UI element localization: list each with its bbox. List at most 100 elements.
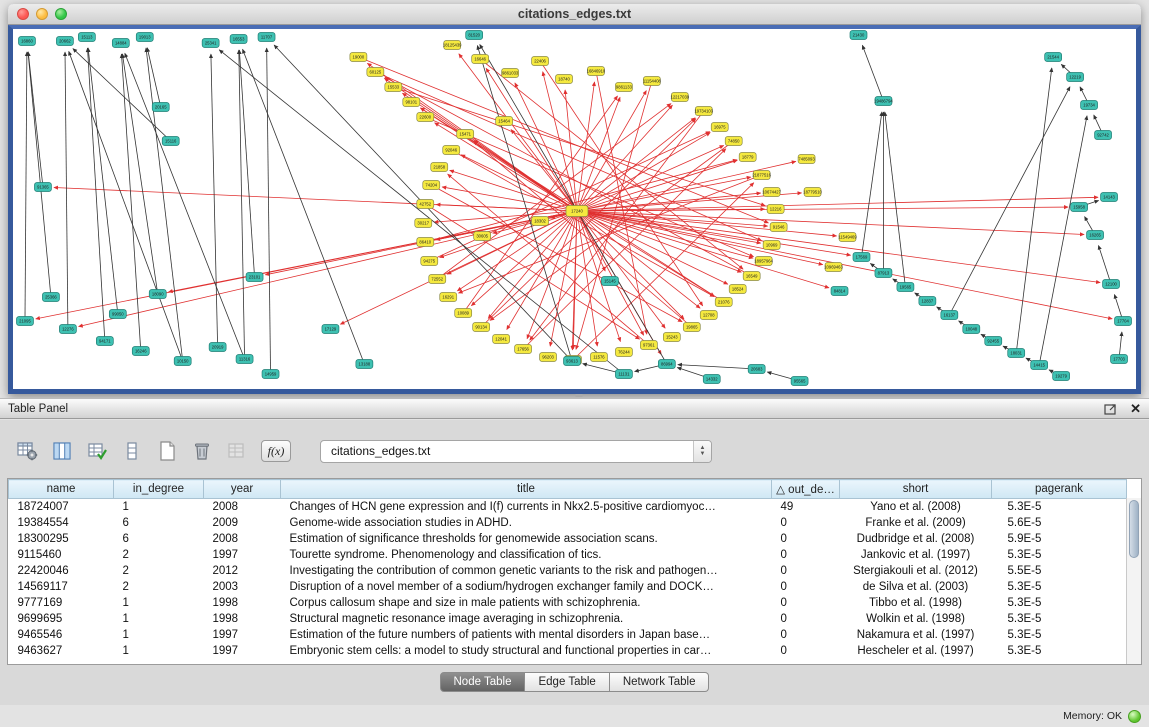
graph-node[interactable]: 92742 [1095, 131, 1112, 140]
table-cell[interactable]: 49 [772, 499, 840, 515]
table-cell[interactable]: 2008 [204, 531, 281, 547]
graph-node[interactable]: 7485093 [798, 155, 815, 164]
table-cell[interactable]: 9777169 [9, 595, 114, 611]
table-cell[interactable]: 1998 [204, 595, 281, 611]
scrollbar-thumb[interactable] [1129, 500, 1139, 558]
graph-node[interactable]: 16860 [18, 37, 35, 46]
table-cell[interactable]: 0 [772, 579, 840, 595]
graph-node[interactable]: 16975 [711, 123, 728, 132]
graph-node[interactable]: 16291 [440, 293, 457, 302]
graph-node[interactable]: 30217 [415, 219, 432, 228]
graph-node[interactable]: 22406 [532, 57, 549, 66]
graph-node[interactable]: 76244 [615, 348, 632, 357]
table-cell[interactable]: 9463627 [9, 643, 114, 659]
graph-node[interactable]: 9861133 [615, 83, 632, 92]
table-cell[interactable]: Disruption of a novel member of a sodium… [281, 579, 772, 595]
graph-node[interactable]: 10150 [174, 357, 191, 366]
tab-edge-table[interactable]: Edge Table [525, 672, 609, 692]
graph-node[interactable]: 12217039 [671, 93, 690, 102]
table-cell[interactable]: 22420046 [9, 563, 114, 579]
new-file-icon[interactable] [154, 438, 180, 464]
graph-node[interactable]: 17569 [853, 253, 870, 262]
graph-node[interactable]: 91546 [770, 223, 787, 232]
graph-node[interactable]: 16549 [743, 272, 760, 281]
table-row[interactable]: 977716911998Corpus callosum shape and si… [9, 595, 1127, 611]
table-row[interactable]: 1830029562008Estimation of significance … [9, 531, 1127, 547]
graph-node[interactable]: 90134 [473, 323, 490, 332]
graph-node[interactable]: 18090 [149, 290, 166, 299]
graph-node[interactable]: 15116 [162, 137, 179, 146]
graph-node[interactable]: 18779510 [803, 188, 822, 197]
table-cell[interactable]: 9465546 [9, 627, 114, 643]
table-row[interactable]: 1938455462009Genome-wide association stu… [9, 515, 1127, 531]
graph-node[interactable]: 10969463 [824, 263, 843, 272]
graph-node[interactable]: 96203 [540, 353, 557, 362]
graph-node[interactable]: 12837 [919, 297, 936, 306]
graph-node[interactable]: 30605 [474, 232, 491, 241]
table-cell[interactable]: 2008 [204, 499, 281, 515]
graph-node[interactable]: 20165 [152, 103, 169, 112]
table-cell[interactable]: 2 [114, 563, 204, 579]
graph-node[interactable]: 94275 [421, 257, 438, 266]
graph-node[interactable]: 17656 [515, 345, 532, 354]
graph-node[interactable]: 11707 [258, 33, 275, 42]
table-cell[interactable]: Embryonic stem cells: a model to study s… [281, 643, 772, 659]
graph-node[interactable]: 19279 [1053, 372, 1070, 381]
graph-node[interactable]: 98101 [403, 98, 420, 107]
column-header[interactable]: pagerank [992, 480, 1127, 499]
table-cell[interactable]: 2 [114, 579, 204, 595]
table-cell[interactable]: 5.3E-5 [992, 547, 1127, 563]
table-cell[interactable]: 0 [772, 547, 840, 563]
graph-node[interactable]: 15471 [457, 130, 474, 139]
graph-node[interactable]: 20662 [56, 37, 73, 46]
graph-node[interactable]: 18524 [729, 285, 746, 294]
graph-node[interactable]: 91365 [34, 183, 51, 192]
table-cell[interactable]: 0 [772, 643, 840, 659]
table-cell[interactable]: 2009 [204, 515, 281, 531]
table-cell[interactable]: 2 [114, 547, 204, 563]
graph-node[interactable]: 12100 [1103, 280, 1120, 289]
graph-node[interactable]: 18957964 [754, 257, 773, 266]
select-all-icon[interactable] [84, 438, 110, 464]
table-cell[interactable]: 1998 [204, 611, 281, 627]
float-panel-icon[interactable] [1103, 401, 1118, 416]
graph-node[interactable]: 11316 [236, 355, 253, 364]
graph-node[interactable]: 21544 [1045, 53, 1062, 62]
graph-node[interactable]: 99050 [109, 310, 126, 319]
table-cell[interactable]: 9699695 [9, 611, 114, 627]
table-cell[interactable]: 9115460 [9, 547, 114, 563]
function-builder-button[interactable]: f(x) [261, 440, 291, 462]
graph-node[interactable]: 23101 [246, 273, 263, 282]
graph-node[interactable]: 12216 [767, 205, 784, 214]
table-cell[interactable]: 2012 [204, 563, 281, 579]
graph-node[interactable]: 25341 [202, 39, 219, 48]
column-header[interactable]: in_degree [114, 480, 204, 499]
table-cell[interactable]: Stergiakouli et al. (2012) [840, 563, 992, 579]
table-cell[interactable]: 5.6E-5 [992, 515, 1127, 531]
table-row[interactable]: 946554611997Estimation of the future num… [9, 627, 1127, 643]
graph-node[interactable]: 11549469 [838, 233, 857, 242]
table-row[interactable]: 969969511998Structural magnetic resonanc… [9, 611, 1127, 627]
graph-node[interactable]: 16246 [132, 347, 149, 356]
table-cell[interactable]: Estimation of significance thresholds fo… [281, 531, 772, 547]
table-cell[interactable]: Jankovic et al. (1997) [840, 547, 992, 563]
graph-node[interactable]: 74850 [725, 137, 742, 146]
table-cell[interactable]: 5.3E-5 [992, 595, 1127, 611]
table-cell[interactable]: 5.3E-5 [992, 643, 1127, 659]
table-cell[interactable]: 5.5E-5 [992, 563, 1127, 579]
table-row[interactable]: 1456911722003Disruption of a novel membe… [9, 579, 1127, 595]
table-cell[interactable]: Yano et al. (2008) [840, 499, 992, 515]
graph-node[interactable]: 15464 [496, 117, 513, 126]
table-cell[interactable]: 0 [772, 531, 840, 547]
graph-node[interactable]: 87913 [875, 269, 892, 278]
graph-node[interactable]: 19000 [350, 53, 367, 62]
table-cell[interactable]: de Silva et al. (2003) [840, 579, 992, 595]
graph-node[interactable]: 10674427 [762, 188, 781, 197]
table-cell[interactable]: Estimation of the future numbers of pati… [281, 627, 772, 643]
graph-node[interactable]: 20683 [748, 365, 765, 374]
graph-node[interactable]: 18779 [739, 153, 756, 162]
graph-node[interactable]: 14332 [703, 375, 720, 384]
graph-node[interactable]: 11154408 [643, 77, 662, 86]
table-cell[interactable]: 0 [772, 515, 840, 531]
table-cell[interactable]: Dudbridge et al. (2008) [840, 531, 992, 547]
